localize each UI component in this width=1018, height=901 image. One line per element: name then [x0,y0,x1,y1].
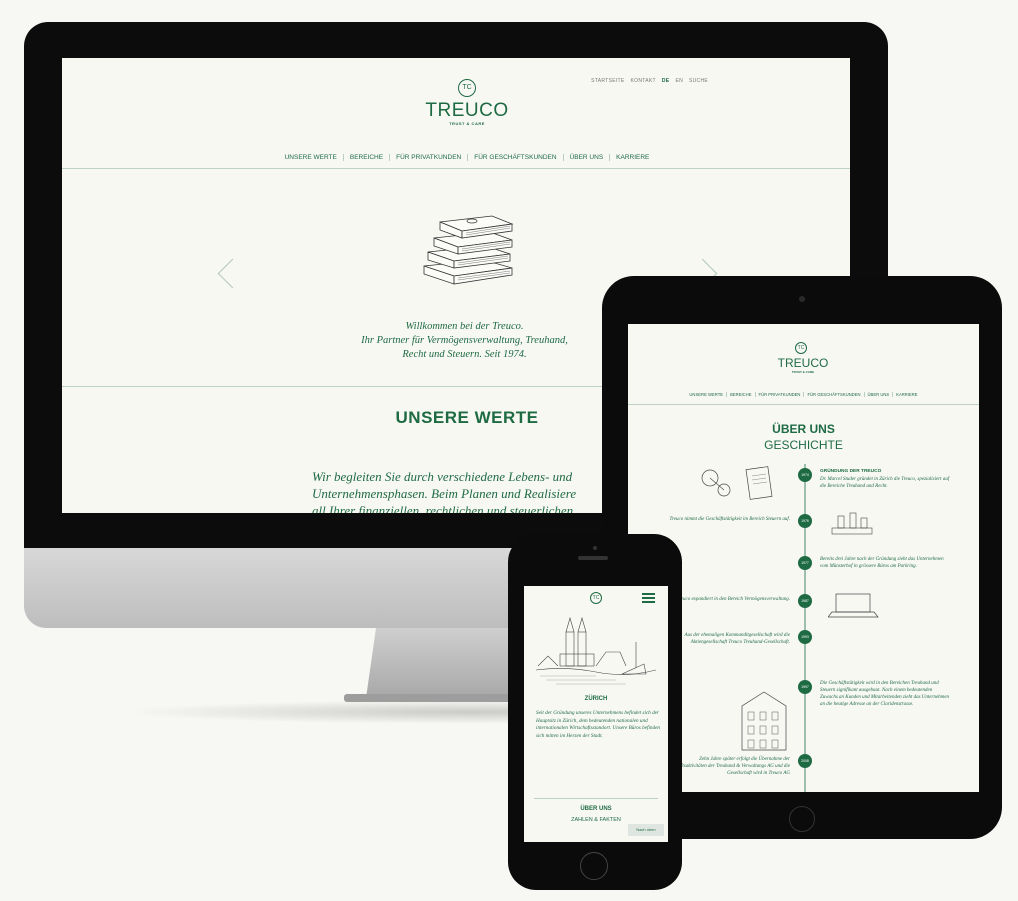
timeline-year-badge: 1974 [798,468,812,482]
zurich-skyline-illustration [536,616,656,685]
timeline-year-badge: 1987 [798,594,812,608]
nav-item-unsere-werte[interactable]: UNSERE WERTE [686,392,726,397]
nav-item-privatkunden[interactable]: FÜR PRIVATKUNDEN [754,392,804,397]
nav-item-geschaeftskunden[interactable]: FÜR GESCHÄFTSKUNDEN [467,154,562,161]
chess-pieces-illustration [831,512,873,535]
nav-item-ueber-uns[interactable]: ÜBER UNS [562,154,610,161]
nav-divider [62,168,850,169]
brand-tagline: TRUST & CARE [791,370,815,374]
tablet-camera-icon [799,296,805,302]
page-subtitle: GESCHICHTE [764,438,843,452]
section-title: UNSERE WERTE [395,408,539,427]
timeline-text: Treuco nimmt die Geschäftstätigkeit im B… [669,517,790,522]
language-de[interactable]: DE [662,78,670,84]
main-navigation: UNSERE WERTE BEREICHE FÜR PRIVATKUNDEN F… [628,392,979,397]
desktop-top-links: STARTSEITE KONTAKT DE EN SUCHE [591,78,708,84]
timeline-year-badge: 1997 [798,680,812,694]
timeline-heading: GRÜNDUNG DER TREUCO [820,469,882,474]
nav-item-unsere-werte[interactable]: UNSERE WERTE [279,154,343,161]
brand-logo[interactable]: TREUCO [763,356,843,370]
compass-and-documents-illustration [701,466,773,500]
timeline-year-badge: 1993 [798,630,812,644]
nav-item-bereiche[interactable]: BEREICHE [726,392,754,397]
page-title: ÜBER UNS [772,422,835,436]
building-illustration [741,691,787,751]
next-section-subtitle: ZAHLEN & FAKTEN [571,817,621,823]
phone-speaker [578,556,608,560]
next-section-title: ÜBER UNS [580,806,612,812]
section-title: ZÜRICH [584,696,608,702]
language-en[interactable]: EN [675,78,683,84]
top-link-kontakt[interactable]: KONTAKT [631,78,656,84]
treuco-logo-icon[interactable]: TC [458,79,476,97]
phone-camera-icon [593,546,597,550]
top-link-suche[interactable]: SUCHE [689,78,708,84]
main-navigation: UNSERE WERTE BEREICHE FÜR PRIVATKUNDEN F… [62,154,850,161]
brand-logo[interactable]: TREUCO [422,100,512,122]
top-link-startseite[interactable]: STARTSEITE [591,78,624,84]
welcome-line: Recht und Steuern. Seit 1974. [402,349,527,360]
phone-screen: TC ZÜRICH Seit der Gründung unseres Unte… [524,586,668,842]
welcome-line: Ihr Partner für Vermögensverwaltung, Tre… [361,335,568,346]
nav-item-ueber-uns[interactable]: ÜBER UNS [863,392,893,397]
brand-tagline: TRUST & CARE [449,121,485,126]
tablet-home-button[interactable] [789,806,815,832]
back-to-top-button[interactable]: Nach oben [628,824,664,836]
slider-prev-icon[interactable] [217,258,248,289]
treuco-logo-icon[interactable]: TC [795,342,807,354]
phone-home-button[interactable] [580,852,608,880]
section-body: Seit der Gründung unseres Unternehmens b… [536,710,660,739]
timeline-text: Dr. Marcel Studer gründet in Zürich die … [820,477,950,489]
timeline-year-badge: 1977 [798,556,812,570]
welcome-line: Willkommen bei der Treuco. [405,321,524,332]
welcome-text: Willkommen bei der Treuco. Ihr Partner f… [312,320,617,362]
nav-item-karriere[interactable]: KARRIERE [609,154,655,161]
timeline-year-badge: 2008 [798,754,812,768]
timeline-text: Die Geschäftstätigkeit wird in den Berei… [820,681,950,707]
laptop-illustration [828,593,879,618]
nav-divider [628,404,979,405]
treuco-logo-icon[interactable]: TC [590,592,602,604]
hamburger-menu-icon[interactable] [642,593,655,605]
nav-item-privatkunden[interactable]: FÜR PRIVATKUNDEN [389,154,467,161]
timeline-year-badge: 1976 [798,514,812,528]
section-divider [534,798,658,799]
nav-item-geschaeftskunden[interactable]: FÜR GESCHÄFTSKUNDEN [803,392,863,397]
timeline-text: Bereits drei Jahre nach der Gründung zie… [820,557,944,569]
books-illustration [423,215,514,285]
nav-item-karriere[interactable]: KARRIERE [892,392,920,397]
nav-item-bereiche[interactable]: BEREICHE [342,154,389,161]
